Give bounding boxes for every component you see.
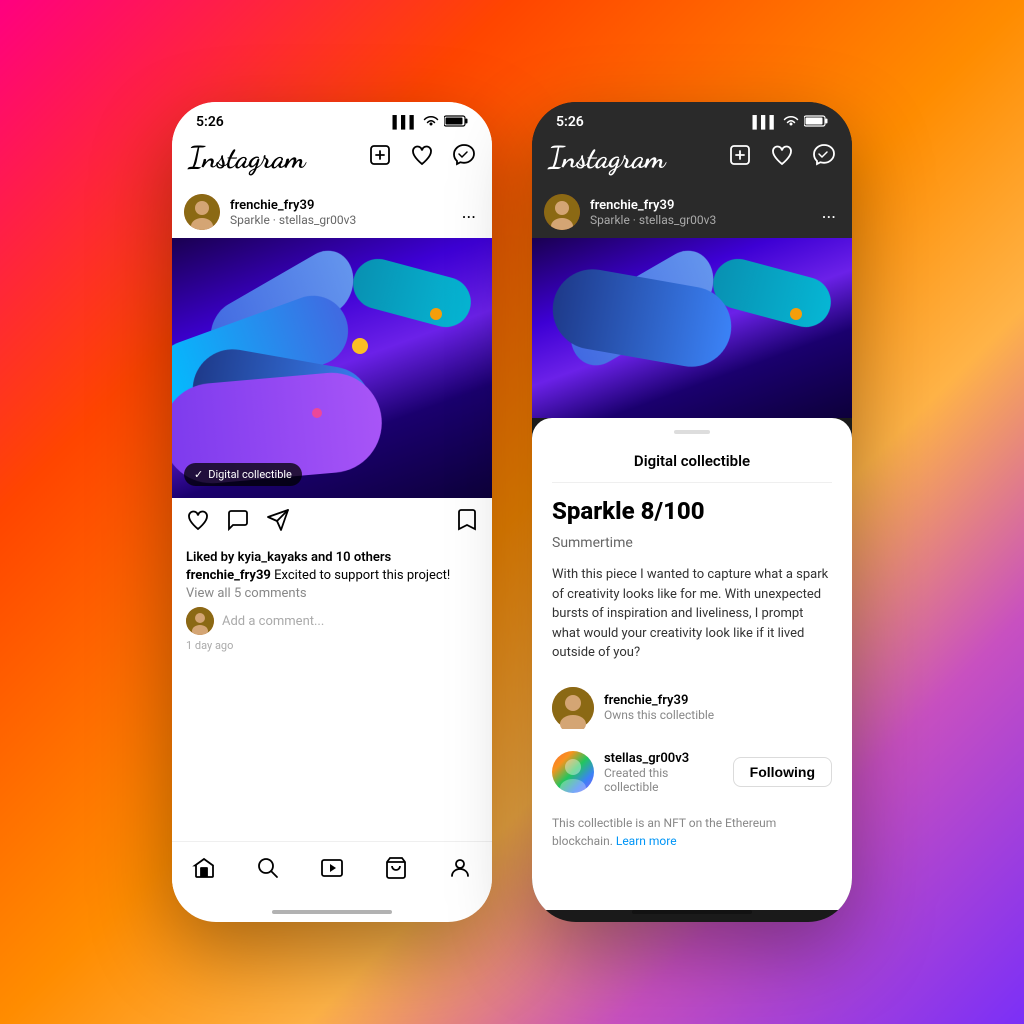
nav-shop-left[interactable]: [384, 856, 408, 886]
post-image-left: ✓ Digital collectible: [172, 238, 492, 498]
caption-left: frenchie_fry39 Excited to support this p…: [186, 568, 478, 583]
creator-avatar: [552, 751, 594, 793]
view-comments-left[interactable]: View all 5 comments: [186, 586, 478, 601]
owner-row: frenchie_fry39 Owns this collectible: [552, 681, 832, 735]
dot-3: [312, 408, 322, 418]
status-bar-right: 5:26 ▌▌▌: [532, 102, 852, 136]
wifi-icon: [423, 115, 439, 130]
sheet-title: Digital collectible: [552, 452, 832, 483]
post-image-right: [532, 238, 852, 418]
post-avatar-right: [544, 194, 580, 230]
instagram-logo-right: Instagram: [548, 140, 665, 176]
add-comment-text-left[interactable]: Add a comment...: [222, 614, 324, 629]
timestamp-left: 1 day ago: [186, 639, 478, 652]
comment-button-left[interactable]: [226, 508, 250, 538]
bookmark-button-left[interactable]: [456, 508, 478, 538]
likes-text-left: Liked by kyia_kayaks and 10 others: [186, 550, 478, 565]
instagram-logo-left: Instagram: [188, 140, 305, 176]
caption-text-left: Excited to support this project!: [274, 568, 450, 583]
nav-reels-left[interactable]: [320, 856, 344, 886]
more-button-left[interactable]: ...: [458, 198, 480, 227]
creator-row: stellas_gr00v3 Created this collectible …: [552, 745, 832, 800]
status-icons-right: ▌▌▌: [752, 115, 828, 130]
post-avatar-left: [184, 194, 220, 230]
signal-icon: ▌▌▌: [392, 115, 418, 129]
post-content-left: Liked by kyia_kayaks and 10 others frenc…: [172, 548, 492, 656]
nav-home-left[interactable]: [192, 856, 216, 886]
blob-3: [348, 253, 477, 332]
owner-info: frenchie_fry39 Owns this collectible: [604, 693, 832, 722]
heart-icon-left[interactable]: [410, 143, 434, 173]
sheet-handle: [674, 430, 710, 434]
post-subtitle-right: Sparkle · stellas_gr00v3: [590, 213, 808, 227]
home-indicator-right: [632, 910, 752, 914]
creator-role: Created this collectible: [604, 766, 723, 794]
header-icons-left: [368, 143, 476, 173]
more-button-right[interactable]: ...: [818, 198, 840, 227]
post-actions-left: [172, 498, 492, 548]
bottom-sheet: Digital collectible Sparkle 8/100 Summer…: [532, 418, 852, 910]
check-icon-badge: ✓: [194, 468, 203, 481]
app-header-left: Instagram: [172, 136, 492, 186]
messenger-icon-left[interactable]: [452, 143, 476, 173]
status-icons-left: ▌▌▌: [392, 115, 468, 130]
phone-left: 5:26 ▌▌▌ Instagram: [172, 102, 492, 922]
heart-icon-right[interactable]: [770, 143, 794, 173]
post-user-info-right: frenchie_fry39 Sparkle · stellas_gr00v3: [590, 198, 808, 227]
dot-r1: [790, 308, 802, 320]
commenter-avatar-left: [186, 607, 214, 635]
add-comment-row-left: Add a comment...: [186, 607, 478, 635]
signal-icon-right: ▌▌▌: [752, 115, 778, 129]
nft-title: Sparkle 8/100: [552, 497, 832, 525]
post-user-info-left: frenchie_fry39 Sparkle · stellas_gr00v3: [230, 198, 448, 227]
owner-name: frenchie_fry39: [604, 693, 832, 708]
like-button-left[interactable]: [186, 508, 210, 538]
owner-role: Owns this collectible: [604, 708, 832, 722]
dot-2: [430, 308, 442, 320]
post-header-right: frenchie_fry39 Sparkle · stellas_gr00v3 …: [532, 186, 852, 238]
digital-collectible-badge-left[interactable]: ✓ Digital collectible: [184, 463, 302, 486]
nft-footer: This collectible is an NFT on the Ethere…: [552, 814, 832, 850]
time-left: 5:26: [196, 114, 224, 130]
bottom-nav-left: [172, 841, 492, 910]
time-right: 5:26: [556, 114, 584, 130]
post-header-left: frenchie_fry39 Sparkle · stellas_gr00v3 …: [172, 186, 492, 238]
post-subtitle-left: Sparkle · stellas_gr00v3: [230, 213, 448, 227]
creator-name: stellas_gr00v3: [604, 751, 723, 766]
home-indicator-left: [272, 910, 392, 914]
battery-icon-right: [804, 115, 828, 130]
phone-right: 5:26 ▌▌▌ Instagram: [532, 102, 852, 922]
share-button-left[interactable]: [266, 508, 290, 538]
nft-subtitle: Summertime: [552, 535, 832, 551]
battery-icon: [444, 115, 468, 130]
nft-description: With this piece I wanted to capture what…: [552, 565, 832, 663]
creator-info: stellas_gr00v3 Created this collectible: [604, 751, 723, 794]
header-icons-right: [728, 143, 836, 173]
add-icon-right[interactable]: [728, 143, 752, 173]
add-icon-left[interactable]: [368, 143, 392, 173]
app-header-right: Instagram: [532, 136, 852, 186]
post-username-left: frenchie_fry39: [230, 198, 448, 213]
owner-avatar: [552, 687, 594, 729]
nav-profile-left[interactable]: [448, 856, 472, 886]
nav-search-left[interactable]: [256, 856, 280, 886]
caption-username-left: frenchie_fry39: [186, 568, 271, 583]
messenger-icon-right[interactable]: [812, 143, 836, 173]
post-username-right: frenchie_fry39: [590, 198, 808, 213]
learn-more-link[interactable]: Learn more: [616, 834, 677, 848]
dot-1: [352, 338, 368, 354]
status-bar-left: 5:26 ▌▌▌: [172, 102, 492, 136]
following-button[interactable]: Following: [733, 757, 832, 787]
wifi-icon-right: [783, 115, 799, 130]
